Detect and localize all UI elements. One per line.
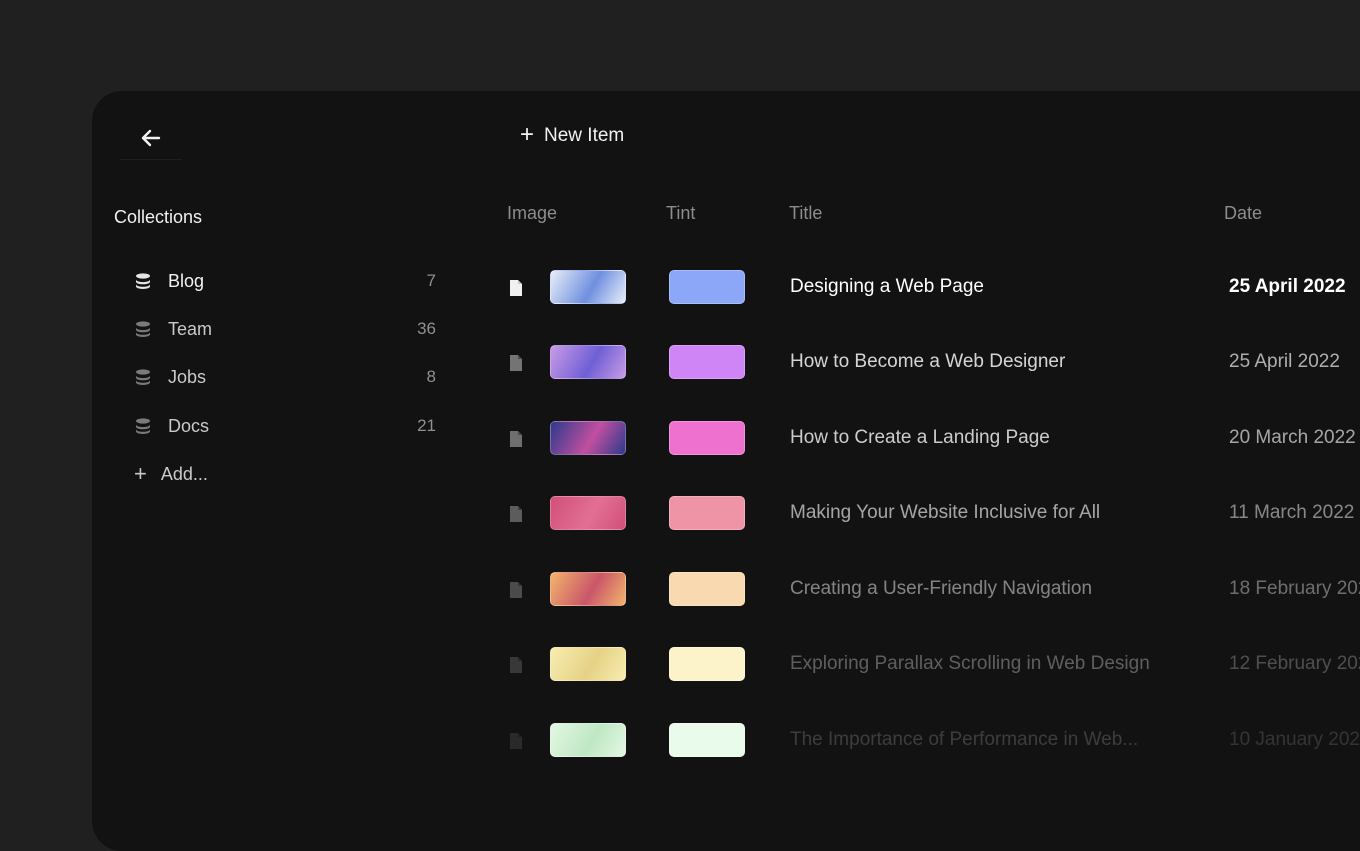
document-icon xyxy=(510,431,522,447)
table-row[interactable]: The Importance of Performance in Web... 1… xyxy=(92,720,1360,760)
row-title: How to Create a Landing Page xyxy=(790,427,1050,448)
document-icon xyxy=(510,355,522,371)
table-row[interactable]: Making Your Website Inclusive for All 11 … xyxy=(92,493,1360,533)
add-collection-label: Add... xyxy=(160,463,208,484)
tint-swatch xyxy=(669,647,745,681)
row-date: 12 February 2022 xyxy=(1229,653,1360,674)
row-title: Making Your Website Inclusive for All xyxy=(790,502,1101,523)
tint-swatch xyxy=(669,572,745,606)
row-title: Exploring Parallax Scrolling in Web Desi… xyxy=(790,653,1150,674)
row-title: The Importance of Performance in Web... xyxy=(790,729,1139,750)
row-date: 25 April 2022 xyxy=(1229,276,1346,297)
column-header-date[interactable]: Date xyxy=(1224,203,1262,224)
thumbnail-image xyxy=(550,421,626,455)
row-date: 10 January 2022 xyxy=(1229,729,1360,750)
row-title: Designing a Web Page xyxy=(790,276,984,297)
thumbnail-image xyxy=(550,647,626,681)
sidebar-item-count: 36 xyxy=(417,319,436,338)
sidebar-item-label: Team xyxy=(168,318,213,339)
database-icon xyxy=(136,321,150,337)
table-row[interactable]: How to Become a Web Designer 25 April 202… xyxy=(92,342,1360,382)
document-icon xyxy=(510,733,522,749)
thumbnail-image xyxy=(550,270,626,304)
plus-icon: + xyxy=(134,461,147,486)
tint-swatch xyxy=(669,270,745,304)
table-row[interactable]: Exploring Parallax Scrolling in Web Desi… xyxy=(92,644,1360,684)
row-date: 20 March 2022 xyxy=(1229,427,1356,448)
document-icon xyxy=(510,657,522,673)
document-icon xyxy=(510,280,522,296)
row-date: 25 April 2022 xyxy=(1229,351,1340,372)
add-collection-button[interactable]: + Add... xyxy=(134,459,436,489)
row-date: 18 February 2022 xyxy=(1229,578,1360,599)
back-button[interactable] xyxy=(120,117,182,160)
tint-swatch xyxy=(669,723,745,757)
thumbnail-image xyxy=(550,572,626,606)
row-date: 11 March 2022 xyxy=(1229,502,1355,523)
sidebar-title: Collections xyxy=(114,207,203,227)
thumbnail-image xyxy=(550,723,626,757)
table-row[interactable]: How to Create a Landing Page 20 March 202… xyxy=(92,418,1360,458)
tint-swatch xyxy=(669,345,745,379)
document-icon xyxy=(510,582,522,598)
document-icon xyxy=(510,506,522,522)
cms-window: + New Item Collections Blog 7 Team 36 Jobs 8 D… xyxy=(92,91,1360,851)
row-title: Creating a User-Friendly Navigation xyxy=(790,578,1093,599)
plus-icon: + xyxy=(520,121,535,148)
tint-swatch xyxy=(669,496,745,530)
table-row[interactable]: Designing a Web Page 25 April 2022 xyxy=(92,267,1360,307)
column-header-tint[interactable]: Tint xyxy=(666,203,695,224)
sidebar-item-team[interactable]: Team 36 xyxy=(134,314,436,344)
new-item-button[interactable]: + New Item xyxy=(520,121,624,151)
column-header-title[interactable]: Title xyxy=(789,203,822,224)
row-title: How to Become a Web Designer xyxy=(790,351,1066,372)
thumbnail-image xyxy=(550,345,626,379)
thumbnail-image xyxy=(550,496,626,530)
tint-swatch xyxy=(669,421,745,455)
column-header-image[interactable]: Image xyxy=(507,203,557,224)
table-row[interactable]: Creating a User-Friendly Navigation 18 Fe… xyxy=(92,569,1360,609)
new-item-label: New Item xyxy=(544,125,625,146)
arrow-left-icon xyxy=(141,129,161,147)
